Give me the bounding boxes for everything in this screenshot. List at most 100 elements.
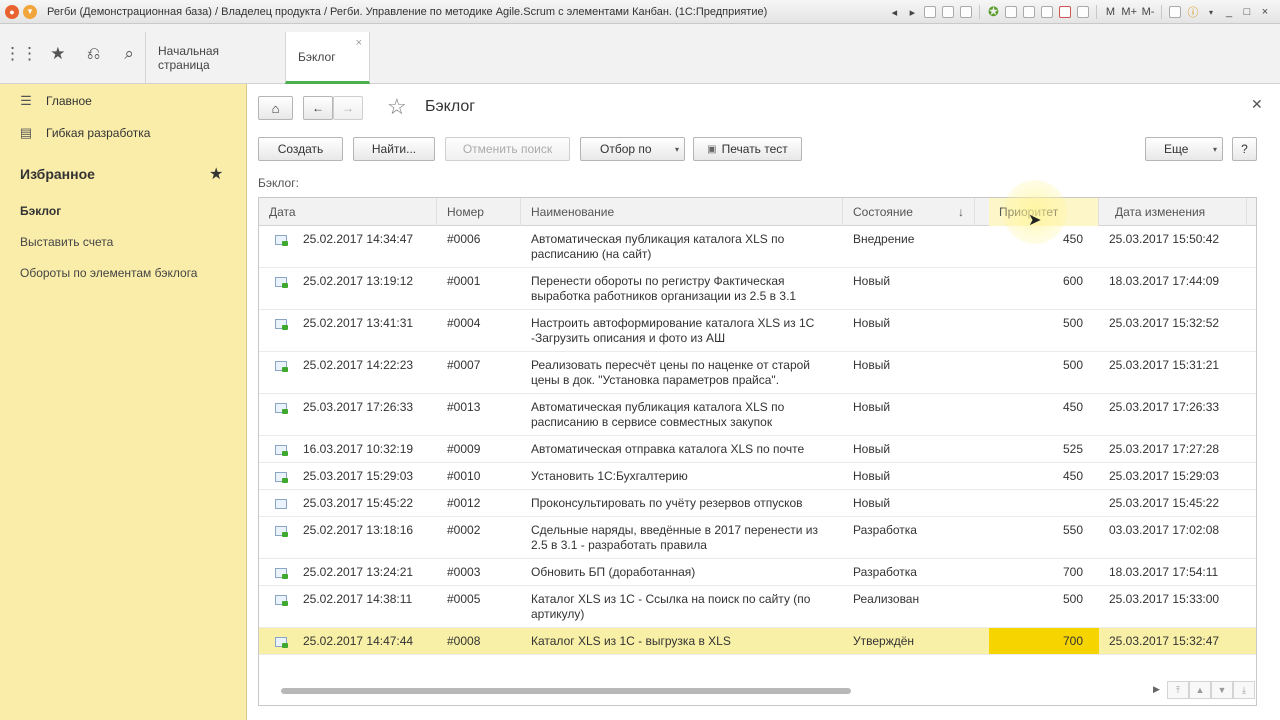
table-row[interactable]: 25.02.2017 14:34:47 #0006 Автоматическая п… xyxy=(259,226,1256,268)
cell-date: 25.02.2017 13:18:16 xyxy=(303,523,414,537)
forward-button[interactable]: → xyxy=(333,96,363,120)
table-row[interactable]: 25.02.2017 13:19:12 #0001 Перенести оборот… xyxy=(259,268,1256,310)
tab-home-page[interactable]: Начальная страница xyxy=(145,32,285,84)
arrow-right-icon: → xyxy=(342,101,354,115)
panels-icon[interactable] xyxy=(1168,4,1182,20)
memory-plus-button[interactable]: M+ xyxy=(1121,4,1137,20)
print-test-button[interactable]: ▣ Печать тест xyxy=(693,137,802,161)
table-row[interactable]: 25.02.2017 13:24:21 #0003 Обновить БП (дор… xyxy=(259,559,1256,586)
go-first-icon[interactable]: ⤒ xyxy=(1167,681,1189,699)
sidebar-link-backlog[interactable]: Бэклог xyxy=(20,204,61,218)
calculator-icon[interactable] xyxy=(1040,4,1054,20)
save-icon[interactable] xyxy=(959,4,973,20)
forward-arrow-icon[interactable]: ▸ xyxy=(905,4,919,20)
tab-backlog[interactable]: Бэклог × xyxy=(285,32,370,84)
table-row[interactable]: 25.02.2017 13:41:31 #0004 Настроить автофо… xyxy=(259,310,1256,352)
column-header-name[interactable]: Наименование xyxy=(521,198,843,226)
table-row[interactable]: 25.02.2017 14:38:11 #0005 Каталог XLS из 1… xyxy=(259,586,1256,628)
cell-state: Разработка xyxy=(853,523,917,537)
close-window-button[interactable]: × xyxy=(1258,4,1272,20)
table-row[interactable]: 25.03.2017 17:26:33 #0013 Автоматическая п… xyxy=(259,394,1256,436)
home-button[interactable]: ⌂ xyxy=(258,96,293,120)
dropdown-icon[interactable]: ▾ xyxy=(1204,4,1218,20)
create-button[interactable]: Создать xyxy=(258,137,343,161)
cell-state: Новый xyxy=(853,496,891,510)
preview-icon[interactable] xyxy=(941,4,955,20)
scrollbar-thumb[interactable] xyxy=(281,688,851,694)
document-check-icon xyxy=(275,595,288,606)
grid-menu-icon[interactable]: ⋮⋮ xyxy=(4,37,38,71)
sidebar-link-backlog-turnover[interactable]: Обороты по элементам бэклога xyxy=(20,266,197,280)
table-row[interactable]: 16.03.2017 10:32:19 #0009 Автоматическая о… xyxy=(259,436,1256,463)
minimize-button[interactable]: _ xyxy=(1222,4,1236,20)
column-header-date[interactable]: Дата xyxy=(259,198,437,226)
history-icon[interactable] xyxy=(1022,4,1036,20)
cell-state: Внедрение xyxy=(853,232,915,246)
favorites-star-icon[interactable]: ★ xyxy=(209,164,223,184)
page-title: Бэклог xyxy=(425,98,476,115)
cell-date: 25.02.2017 13:19:12 xyxy=(303,274,414,288)
sidebar-item-main[interactable]: ☰ Главное xyxy=(0,90,92,112)
column-header-changed-date[interactable]: Дата изменения xyxy=(1105,198,1247,226)
favorites-star-icon[interactable]: ★ xyxy=(42,37,74,71)
info-icon[interactable]: ⓘ xyxy=(1186,4,1200,20)
go-down-icon[interactable]: ▼ xyxy=(1211,681,1233,699)
history-icon[interactable]: ⎌ xyxy=(78,37,110,71)
cell-priority: 500 xyxy=(1062,316,1083,330)
document-icon xyxy=(275,499,287,509)
cell-name: Настроить автоформирование каталога XLS … xyxy=(531,316,815,345)
cell-name: Автоматическая публикация каталога XLS п… xyxy=(531,232,785,261)
find-button[interactable]: Найти... xyxy=(353,137,435,161)
go-up-icon[interactable]: ▲ xyxy=(1189,681,1211,699)
app-logo-icon[interactable]: ● xyxy=(5,4,19,19)
column-header-state[interactable]: Состояние ↓ xyxy=(843,198,975,226)
maximize-button[interactable]: □ xyxy=(1240,4,1254,20)
tab-close-icon[interactable]: × xyxy=(356,37,362,49)
arrow-left-icon: ← xyxy=(312,101,324,115)
cell-priority: 700 xyxy=(1062,565,1083,579)
document-check-icon xyxy=(275,235,288,246)
sidebar-link-invoices[interactable]: Выставить счета xyxy=(20,235,113,249)
column-header-priority[interactable]: Приоритет xyxy=(989,198,1099,226)
cell-changed-date: 18.03.2017 17:54:11 xyxy=(1109,565,1219,579)
go-last-icon[interactable]: ⤓ xyxy=(1233,681,1255,699)
sort-descending-icon: ↓ xyxy=(958,205,964,219)
sidebar-item-agile[interactable]: ▤ Гибкая разработка xyxy=(0,122,151,144)
cell-priority: 600 xyxy=(1062,274,1083,288)
calendar-icon[interactable] xyxy=(1058,4,1072,20)
table-row[interactable]: 25.03.2017 15:45:22 #0012 Проконсультирова… xyxy=(259,490,1256,517)
search-icon[interactable]: ⌕ xyxy=(113,37,145,71)
table-row[interactable]: 25.02.2017 14:22:23 #0007 Реализовать пере… xyxy=(259,352,1256,394)
favorites-star-icon[interactable]: ✪ xyxy=(986,4,1000,20)
table-row[interactable]: 25.02.2017 14:47:44 #0008 Каталог XLS из 1… xyxy=(259,628,1256,655)
help-button[interactable]: ? xyxy=(1232,137,1257,161)
cell-number: #0010 xyxy=(447,469,481,483)
back-button[interactable]: ← xyxy=(303,96,333,120)
column-header-number[interactable]: Номер xyxy=(437,198,521,226)
clipboard-icon[interactable] xyxy=(1076,4,1090,20)
cell-number: #0002 xyxy=(447,523,481,537)
table-row[interactable]: 25.03.2017 15:29:03 #0010 Установить 1С:Бу… xyxy=(259,463,1256,490)
cancel-search-button[interactable]: Отменить поиск xyxy=(445,137,570,161)
cell-number: #0001 xyxy=(447,274,481,288)
more-button[interactable]: Еще ▾ xyxy=(1145,137,1223,161)
add-to-favorites-star-icon[interactable]: ☆ xyxy=(387,94,407,120)
backlog-table: Дата Номер Наименование Состояние ↓ Прио… xyxy=(258,197,1257,706)
link-icon[interactable] xyxy=(1004,4,1018,20)
tab-label: Бэклог xyxy=(298,49,336,64)
tab-label: Начальная страница xyxy=(158,44,220,72)
memory-minus-button[interactable]: M- xyxy=(1141,4,1155,20)
print-icon[interactable] xyxy=(923,4,937,20)
chevron-down-icon: ▾ xyxy=(1212,144,1217,154)
back-arrow-icon[interactable]: ◂ xyxy=(887,4,901,20)
memory-m-button[interactable]: M xyxy=(1103,4,1117,20)
cell-name: Каталог XLS из 1С - выгрузка в XLS xyxy=(531,634,731,648)
app-menu-icon[interactable]: ▾ xyxy=(23,4,37,19)
cell-name: Перенести обороты по регистру Фактическа… xyxy=(531,274,797,303)
cell-date: 25.02.2017 14:38:11 xyxy=(303,592,413,606)
close-form-icon[interactable]: ✕ xyxy=(1251,96,1263,113)
horizontal-scrollbar[interactable]: ▶ xyxy=(281,684,1160,694)
scroll-right-icon[interactable]: ▶ xyxy=(1153,684,1160,695)
filter-by-button[interactable]: Отбор по ▾ xyxy=(580,137,685,161)
table-row[interactable]: 25.02.2017 13:18:16 #0002 Сдельные наряды,… xyxy=(259,517,1256,559)
